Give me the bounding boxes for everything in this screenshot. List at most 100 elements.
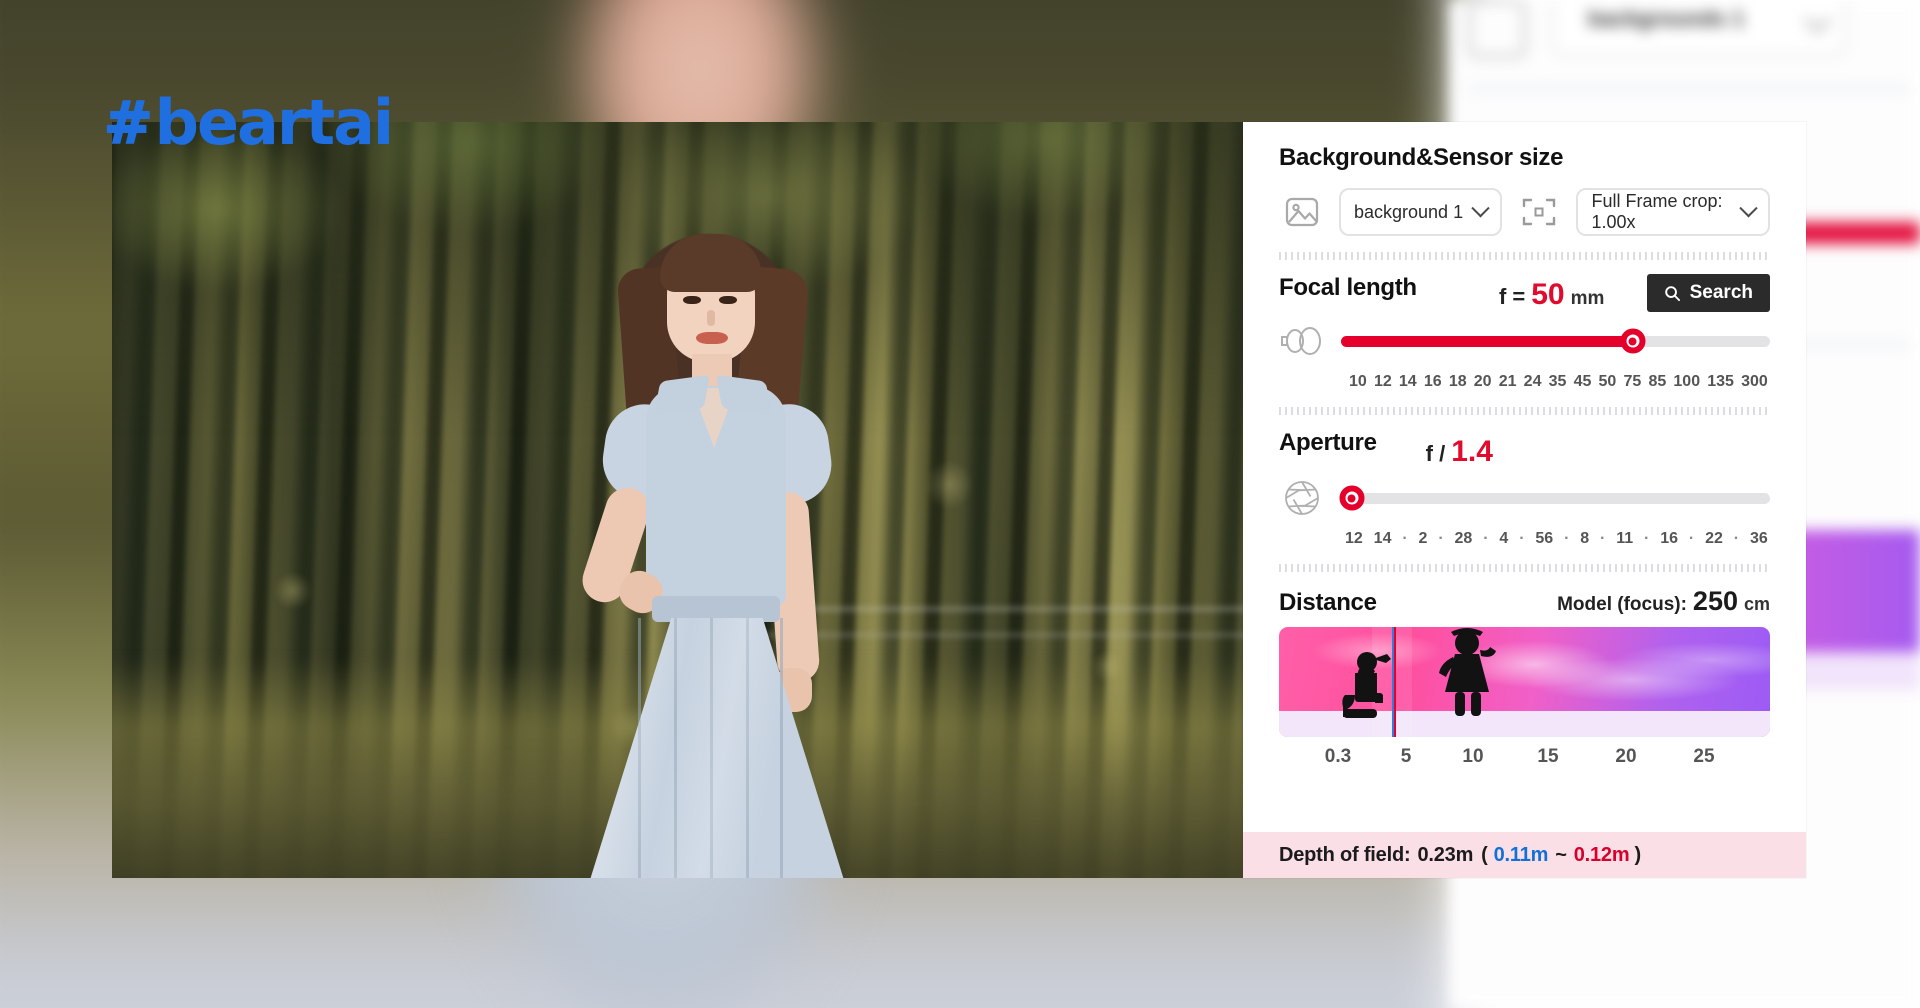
focal-tick[interactable]: 35 bbox=[1549, 373, 1567, 391]
focal-tick[interactable]: 85 bbox=[1648, 373, 1666, 391]
focal-length-slider[interactable] bbox=[1341, 336, 1770, 347]
aperture-slider-row bbox=[1279, 475, 1770, 521]
aperture-iris-icon bbox=[1279, 475, 1325, 521]
aperture-title: Aperture bbox=[1279, 429, 1377, 457]
focal-length-unit: mm bbox=[1571, 288, 1605, 310]
aperture-tick[interactable]: 36 bbox=[1750, 530, 1768, 548]
background-select[interactable]: background 1 bbox=[1339, 188, 1502, 236]
background-sensor-section: Background&Sensor size background 1 bbox=[1243, 122, 1806, 236]
beartai-logo: # beartai bbox=[104, 92, 392, 154]
focal-length-header: Focal length f = 50 mm Search bbox=[1279, 274, 1770, 312]
focal-tick[interactable]: 20 bbox=[1474, 373, 1492, 391]
aperture-tick[interactable]: 2 bbox=[1419, 530, 1428, 548]
aperture-value-display: f / 1.4 bbox=[1426, 437, 1493, 467]
divider-1 bbox=[1279, 252, 1770, 260]
aperture-slider[interactable] bbox=[1341, 493, 1770, 504]
focal-length-section: Focal length f = 50 mm Search bbox=[1243, 260, 1806, 391]
background-sensor-title: Background&Sensor size bbox=[1279, 144, 1770, 172]
background-sensor-controls: background 1 Full Frame crop: 1.00x bbox=[1279, 188, 1770, 236]
model-distance-unit: cm bbox=[1744, 594, 1770, 615]
focal-length-title: Focal length bbox=[1279, 274, 1417, 302]
model-distance-value: 250 bbox=[1693, 586, 1738, 617]
aperture-tick-dot: · bbox=[1600, 530, 1605, 548]
backdrop-image-icon bbox=[1468, 0, 1526, 58]
focal-tick[interactable]: 135 bbox=[1707, 373, 1734, 391]
backdrop-panel-top-row: backgrounds 1 bbox=[1468, 0, 1908, 66]
focal-length-slider-knob[interactable] bbox=[1620, 329, 1645, 354]
divider-2 bbox=[1279, 407, 1770, 415]
model-silhouette-icon bbox=[1429, 627, 1505, 719]
distance-section: Distance Model (focus): 250 cm bbox=[1243, 572, 1806, 768]
photographer-silhouette-icon bbox=[1341, 645, 1413, 719]
aperture-tick-dot: · bbox=[1644, 530, 1649, 548]
search-button[interactable]: Search bbox=[1647, 274, 1770, 312]
sensor-crop-select[interactable]: Full Frame crop: 1.00x bbox=[1576, 188, 1770, 236]
focal-tick[interactable]: 300 bbox=[1741, 373, 1768, 391]
distance-tick: 0.3 bbox=[1301, 746, 1375, 768]
aperture-tick[interactable]: 12 bbox=[1345, 530, 1363, 548]
dof-prefix: Depth of field: bbox=[1279, 844, 1410, 867]
lens-icon bbox=[1279, 318, 1325, 364]
search-icon bbox=[1664, 285, 1681, 302]
dof-near-limit: 0.11m bbox=[1494, 844, 1549, 867]
aperture-tick[interactable]: 11 bbox=[1616, 530, 1633, 548]
focal-tick[interactable]: 14 bbox=[1399, 373, 1417, 391]
dof-close-paren: ) bbox=[1634, 844, 1640, 867]
focal-tick[interactable]: 21 bbox=[1499, 373, 1517, 391]
model-subject bbox=[542, 172, 872, 878]
model-distance-display: Model (focus): 250 cm bbox=[1557, 586, 1770, 617]
distance-title: Distance bbox=[1279, 589, 1377, 617]
aperture-tick-dot: · bbox=[1519, 530, 1524, 548]
aperture-tick-dot: · bbox=[1734, 530, 1739, 548]
aperture-slider-knob[interactable] bbox=[1339, 486, 1364, 511]
backdrop-divider-1 bbox=[1468, 84, 1908, 94]
dof-far-limit: 0.12m bbox=[1574, 844, 1630, 867]
background-select-value: background 1 bbox=[1354, 202, 1463, 223]
aperture-value: 1.4 bbox=[1451, 437, 1493, 467]
distance-visualizer[interactable] bbox=[1279, 627, 1770, 737]
backdrop-background-select-value: backgrounds 1 bbox=[1588, 6, 1744, 32]
preview-photo bbox=[112, 122, 1243, 878]
logo-wordmark: beartai bbox=[155, 92, 393, 154]
focal-tick[interactable]: 75 bbox=[1623, 373, 1641, 391]
focal-tick[interactable]: 100 bbox=[1673, 373, 1700, 391]
focal-tick[interactable]: 24 bbox=[1524, 373, 1542, 391]
aperture-tick[interactable]: 16 bbox=[1660, 530, 1678, 548]
distance-tick: 25 bbox=[1665, 746, 1743, 768]
chevron-down-icon bbox=[1472, 199, 1490, 217]
divider-3 bbox=[1279, 564, 1770, 572]
aperture-tick-dot: · bbox=[1483, 530, 1488, 548]
aperture-tick-dot: · bbox=[1402, 530, 1407, 548]
dof-total: 0.23m bbox=[1417, 844, 1473, 867]
dof-calculator-panel: Background&Sensor size background 1 bbox=[1243, 122, 1806, 878]
chevron-down-icon bbox=[1739, 199, 1757, 217]
model-distance-label: Model (focus): bbox=[1557, 594, 1687, 616]
distance-tick: 20 bbox=[1587, 746, 1665, 768]
depth-of-field-bar: Depth of field: 0.23m ( 0.11m ~ 0.12m ) bbox=[1243, 832, 1806, 878]
search-button-label: Search bbox=[1690, 282, 1753, 304]
aperture-tick[interactable]: 8 bbox=[1580, 530, 1589, 548]
focal-tick[interactable]: 18 bbox=[1449, 373, 1467, 391]
aperture-tick-dot: · bbox=[1689, 530, 1694, 548]
focal-length-slider-row bbox=[1279, 318, 1770, 364]
dof-tilde: ~ bbox=[1555, 844, 1566, 867]
aperture-tick-dot: · bbox=[1564, 530, 1569, 548]
focal-length-value-display: f = 50 mm bbox=[1499, 280, 1604, 310]
aperture-tick[interactable]: 56 bbox=[1535, 530, 1553, 548]
image-icon bbox=[1279, 189, 1325, 235]
focal-tick[interactable]: 12 bbox=[1374, 373, 1392, 391]
aperture-tick[interactable]: 14 bbox=[1374, 530, 1392, 548]
focal-tick[interactable]: 16 bbox=[1424, 373, 1442, 391]
focal-length-ticks: 10 12 14 16 18 20 21 24 35 45 50 75 85 1… bbox=[1279, 373, 1770, 391]
focal-tick[interactable]: 50 bbox=[1599, 373, 1617, 391]
aperture-tick[interactable]: 22 bbox=[1705, 530, 1723, 548]
focal-tick[interactable]: 45 bbox=[1574, 373, 1592, 391]
aperture-value-prefix: f / bbox=[1426, 441, 1446, 467]
distance-ticks: 0.3 5 10 15 20 25 bbox=[1279, 746, 1770, 768]
focal-length-value-prefix: f = bbox=[1499, 284, 1525, 310]
aperture-tick[interactable]: 28 bbox=[1455, 530, 1473, 548]
dof-open-paren: ( bbox=[1481, 844, 1487, 867]
focal-tick[interactable]: 10 bbox=[1349, 373, 1367, 391]
aperture-tick[interactable]: 4 bbox=[1499, 530, 1508, 548]
aperture-ticks: 12 14 · 2 · 28 · 4 · 56 · 8 · 11 · 16 · … bbox=[1279, 530, 1770, 548]
